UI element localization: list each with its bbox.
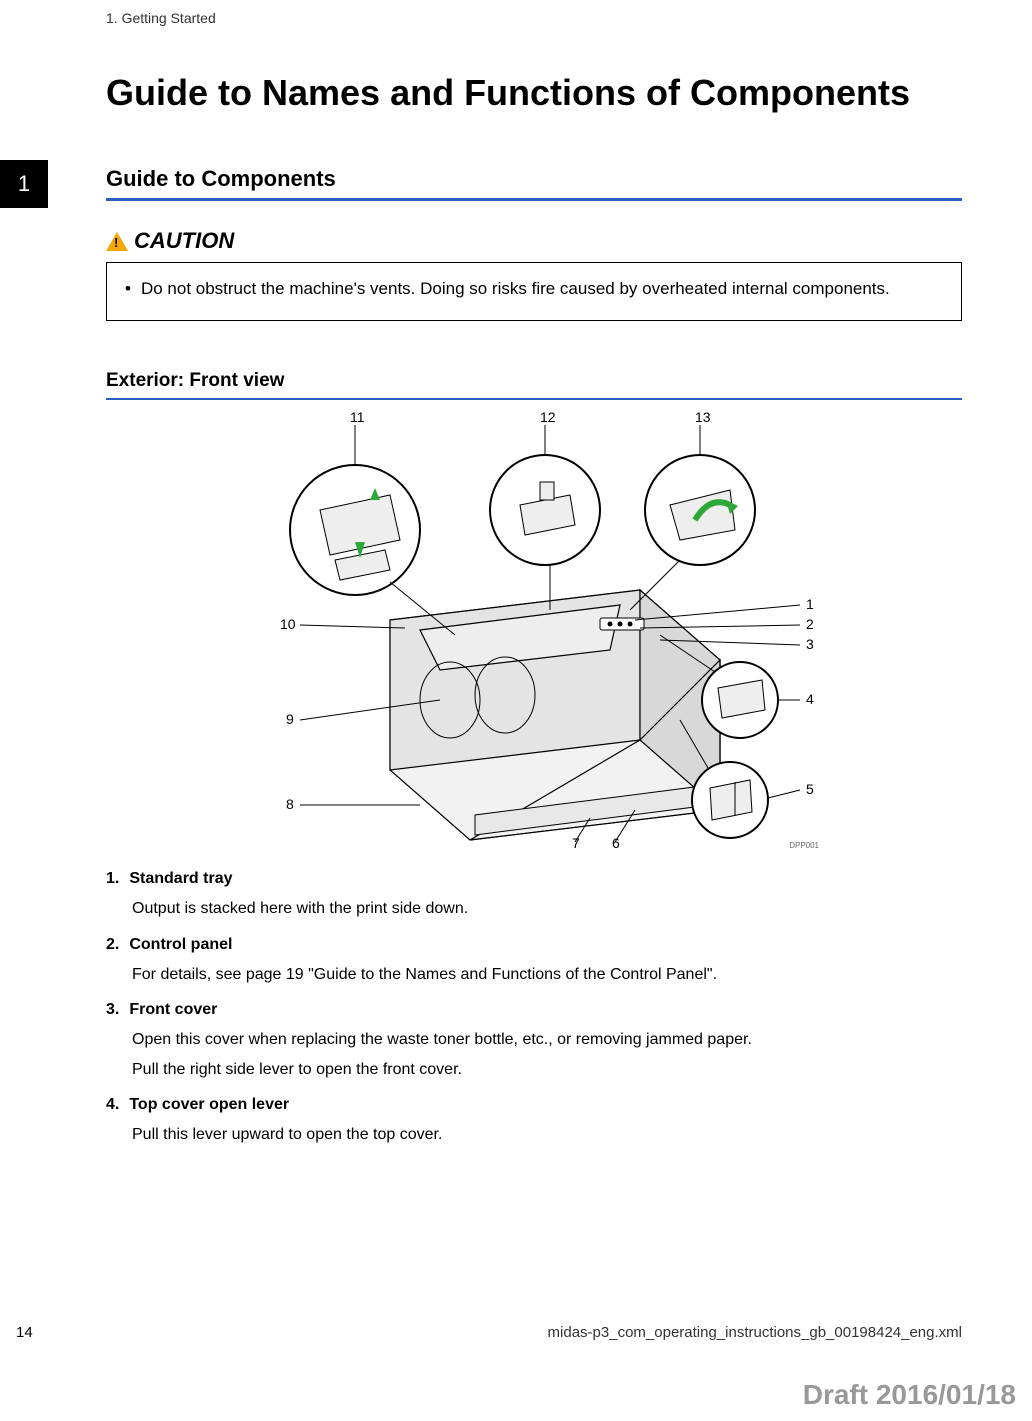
callout-2: 2 [806, 616, 814, 632]
caution-label: CAUTION [134, 228, 234, 254]
callout-1: 1 [806, 596, 814, 612]
item-number: 4. [106, 1096, 119, 1114]
warning-icon [106, 232, 128, 251]
section-rule [106, 198, 962, 201]
page-title: Guide to Names and Functions of Componen… [106, 72, 962, 114]
item-number: 1. [106, 870, 119, 888]
callout-9: 9 [286, 711, 294, 727]
section-heading-block: Guide to Components [106, 166, 962, 201]
callout-10: 10 [280, 616, 296, 632]
section-heading: Guide to Components [106, 166, 962, 192]
caution-box: • Do not obstruct the machine's vents. D… [106, 262, 962, 321]
caution-text: Do not obstruct the machine's vents. Doi… [141, 275, 890, 304]
caution-header: CAUTION [106, 228, 962, 254]
page-number: 14 [16, 1324, 33, 1341]
callout-8: 8 [286, 796, 294, 812]
item-name: Front cover [129, 1001, 217, 1019]
callout-11: 11 [350, 410, 365, 425]
chapter-tab: 1 [0, 160, 48, 208]
item-name: Top cover open lever [129, 1096, 289, 1114]
callout-5: 5 [806, 781, 814, 797]
item-desc: Open this cover when replacing the waste… [132, 1027, 962, 1053]
item-desc: Pull the right side lever to open the fr… [132, 1057, 962, 1083]
item-name: Standard tray [129, 870, 232, 888]
caution-bullet: • Do not obstruct the machine's vents. D… [125, 275, 943, 304]
subheading: Exterior: Front view [106, 370, 962, 392]
diagram-id: DPP001 [789, 841, 819, 850]
list-item: 1. Standard tray Output is stacked here … [106, 870, 962, 922]
list-item: 4. Top cover open lever Pull this lever … [106, 1096, 962, 1148]
subheading-block: Exterior: Front view [106, 370, 962, 400]
component-list: 1. Standard tray Output is stacked here … [106, 870, 962, 1162]
component-diagram: 11 12 13 1 2 3 4 5 6 7 8 9 10 DPP001 [240, 410, 825, 850]
subheading-rule [106, 398, 962, 400]
callout-7: 7 [572, 835, 580, 850]
item-desc: Output is stacked here with the print si… [132, 896, 962, 922]
callout-4: 4 [806, 691, 814, 707]
caution-block: CAUTION • Do not obstruct the machine's … [106, 228, 962, 321]
item-number: 2. [106, 936, 119, 954]
callout-13: 13 [695, 410, 711, 425]
draft-watermark: Draft 2016/01/18 [803, 1379, 1016, 1411]
source-path: midas-p3_com_operating_instructions_gb_0… [548, 1324, 962, 1341]
item-name: Control panel [129, 936, 232, 954]
callout-6: 6 [612, 835, 620, 850]
bullet-icon: • [125, 275, 131, 304]
item-desc: For details, see page 19 "Guide to the N… [132, 962, 962, 988]
callout-12: 12 [540, 410, 556, 425]
list-item: 2. Control panel For details, see page 1… [106, 936, 962, 988]
item-desc: Pull this lever upward to open the top c… [132, 1122, 962, 1148]
callout-3: 3 [806, 636, 814, 652]
item-number: 3. [106, 1001, 119, 1019]
document-page: 1. Getting Started Guide to Names and Fu… [0, 0, 1032, 1421]
list-item: 3. Front cover Open this cover when repl… [106, 1001, 962, 1082]
breadcrumb: 1. Getting Started [106, 10, 216, 26]
diagram-svg: 11 12 13 1 2 3 4 5 6 7 8 9 10 [240, 410, 825, 850]
